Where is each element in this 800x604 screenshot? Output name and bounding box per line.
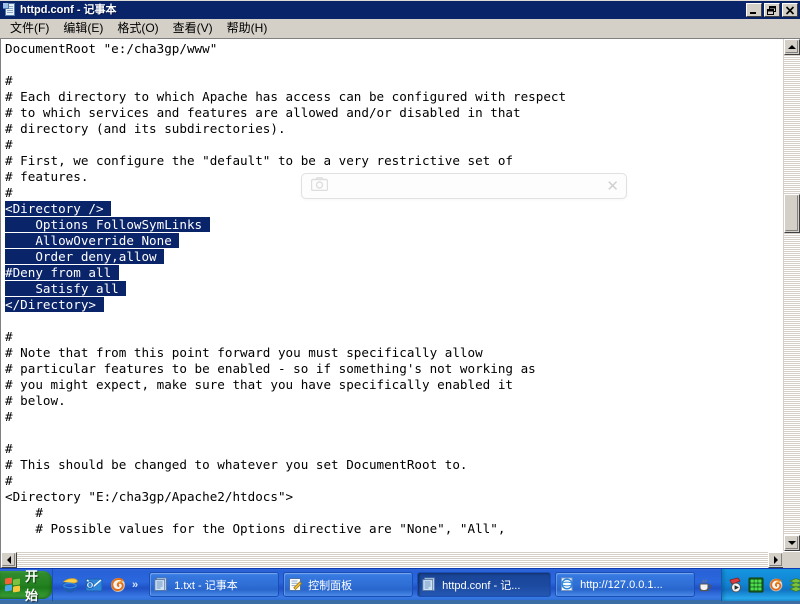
menu-file[interactable]: 文件(F) [3, 20, 56, 38]
menu-bar: 文件(F) 编辑(E) 格式(O) 查看(V) 帮助(H) [0, 19, 800, 38]
taskbar-button-label: httpd.conf - 记... [442, 579, 521, 592]
outlook-express-icon[interactable] [85, 576, 103, 594]
selected-text: AllowOverride None [5, 233, 180, 248]
java-coffee-icon[interactable] [697, 577, 713, 593]
control-panel-icon [288, 577, 303, 592]
internet-explorer-icon[interactable] [61, 576, 79, 594]
screenshot-overlay[interactable]: ✕ [301, 173, 627, 199]
scroll-right-button[interactable] [768, 552, 784, 568]
window-title: httpd.conf - 记事本 [20, 4, 117, 16]
start-label: 开始 [25, 569, 39, 603]
taskbar-button-httpd-conf[interactable]: httpd.conf - 记... [417, 572, 552, 597]
notepad-icon [154, 577, 169, 592]
editor-line: # particular features to be enabled - so… [5, 361, 536, 376]
selected-text: <Directory /> [5, 201, 112, 216]
internet-explorer-icon [560, 577, 575, 592]
windows-flag-icon [5, 577, 21, 593]
editor-line: Options FollowSymLinks [5, 217, 772, 233]
taskbar-button-1txt[interactable]: 1.txt - 记事本 [149, 572, 280, 597]
taskbar-button-label: http://127.0.0.1... [580, 578, 663, 591]
taskbar: 开始 » 1.txt - 记事本 控制面板 httpd.conf - 记... … [0, 568, 800, 603]
title-bar[interactable]: httpd.conf - 记事本 [0, 1, 800, 19]
editor-line: # Possible values for the Options direct… [5, 521, 506, 536]
start-button[interactable]: 开始 [0, 569, 53, 603]
editor-line: AllowOverride None [5, 233, 772, 249]
vertical-scrollbar[interactable] [783, 39, 800, 551]
menu-format[interactable]: 格式(O) [110, 20, 165, 38]
selected-text: Order deny,allow [5, 249, 165, 264]
firefox-icon[interactable] [768, 577, 784, 593]
tray-outside-icons [695, 569, 721, 601]
system-tray [721, 568, 800, 601]
editor-line: # to which services and features are all… [5, 105, 521, 120]
taskbar-button-label: 控制面板 [308, 579, 353, 592]
editor-line: # [5, 441, 13, 456]
media-player-icon[interactable] [728, 577, 744, 593]
taskbar-button-control-panel[interactable]: 控制面板 [283, 572, 414, 597]
editor-line: DocumentRoot "e:/cha3gp/www" [5, 41, 218, 56]
editor-line: # [5, 409, 13, 424]
camera-icon [310, 176, 329, 196]
menu-view[interactable]: 查看(V) [166, 20, 220, 38]
vertical-scroll-thumb[interactable] [784, 194, 800, 233]
selected-text: Options FollowSymLinks [5, 217, 210, 232]
scrollbar-corner [783, 552, 800, 569]
editor-line: # [5, 505, 43, 520]
green-stack-icon[interactable] [788, 577, 800, 593]
maximize-button[interactable] [764, 3, 780, 17]
editor-line: <Directory "E:/cha3gp/Apache2/htdocs"> [5, 489, 294, 504]
editor-line: # Note that from this point forward you … [5, 345, 483, 360]
quick-launch-bar: » [52, 568, 143, 601]
notepad-icon [3, 3, 17, 17]
editor-line: # you might expect, make sure that you h… [5, 377, 513, 392]
taskbar-button-label: 1.txt - 记事本 [174, 579, 238, 592]
overlay-close-icon[interactable]: ✕ [606, 179, 619, 194]
quick-launch-overflow[interactable]: » [132, 579, 138, 591]
editor-line: # below. [5, 393, 66, 408]
selected-text: Satisfy all [5, 281, 127, 296]
editor-line: # [5, 329, 13, 344]
editor-line: # [5, 73, 13, 88]
editor-line: # First, we configure the "default" to b… [5, 153, 513, 168]
menu-help[interactable]: 帮助(H) [220, 20, 275, 38]
firefox-icon[interactable] [109, 576, 127, 594]
notepad-icon [422, 577, 437, 592]
editor-line: #Deny from all [5, 265, 772, 281]
selected-text: #Deny from all [5, 265, 119, 280]
document-text: DocumentRoot "e:/cha3gp/www" # # Each dir… [2, 39, 772, 537]
horizontal-scrollbar[interactable] [1, 552, 784, 569]
editor-line: <Directory /> [5, 201, 772, 217]
editor-line: Order deny,allow [5, 249, 772, 265]
green-grid-icon[interactable] [748, 577, 764, 593]
selected-text: </Directory> [5, 297, 104, 312]
scroll-down-button[interactable] [784, 535, 800, 551]
scroll-up-button[interactable] [784, 39, 800, 55]
taskbar-button-browser[interactable]: http://127.0.0.1... [555, 572, 696, 597]
menu-edit[interactable]: 编辑(E) [56, 20, 110, 38]
editor-area: DocumentRoot "e:/cha3gp/www" # # Each dir… [0, 38, 800, 569]
editor-line: # This should be changed to whatever you… [5, 457, 468, 472]
editor-line: Satisfy all [5, 281, 772, 297]
window-controls [746, 3, 798, 17]
editor-line: # directory (and its subdirectories). [5, 121, 286, 136]
close-button[interactable] [782, 3, 798, 17]
minimize-button[interactable] [746, 3, 762, 17]
editor-line: </Directory> [5, 297, 772, 313]
editor-line: # [5, 473, 13, 488]
notepad-window: httpd.conf - 记事本 文件(F) 编辑(E) 格式(O) 查看(V)… [0, 0, 800, 569]
editor-line: # Each directory to which Apache has acc… [5, 89, 567, 104]
task-list: 1.txt - 记事本 控制面板 httpd.conf - 记... http:… [143, 569, 696, 601]
text-editor[interactable]: DocumentRoot "e:/cha3gp/www" # # Each dir… [2, 39, 772, 551]
editor-line: # [5, 137, 13, 152]
scroll-left-button[interactable] [1, 552, 17, 568]
desktop: httpd.conf - 记事本 文件(F) 编辑(E) 格式(O) 查看(V)… [0, 0, 800, 603]
